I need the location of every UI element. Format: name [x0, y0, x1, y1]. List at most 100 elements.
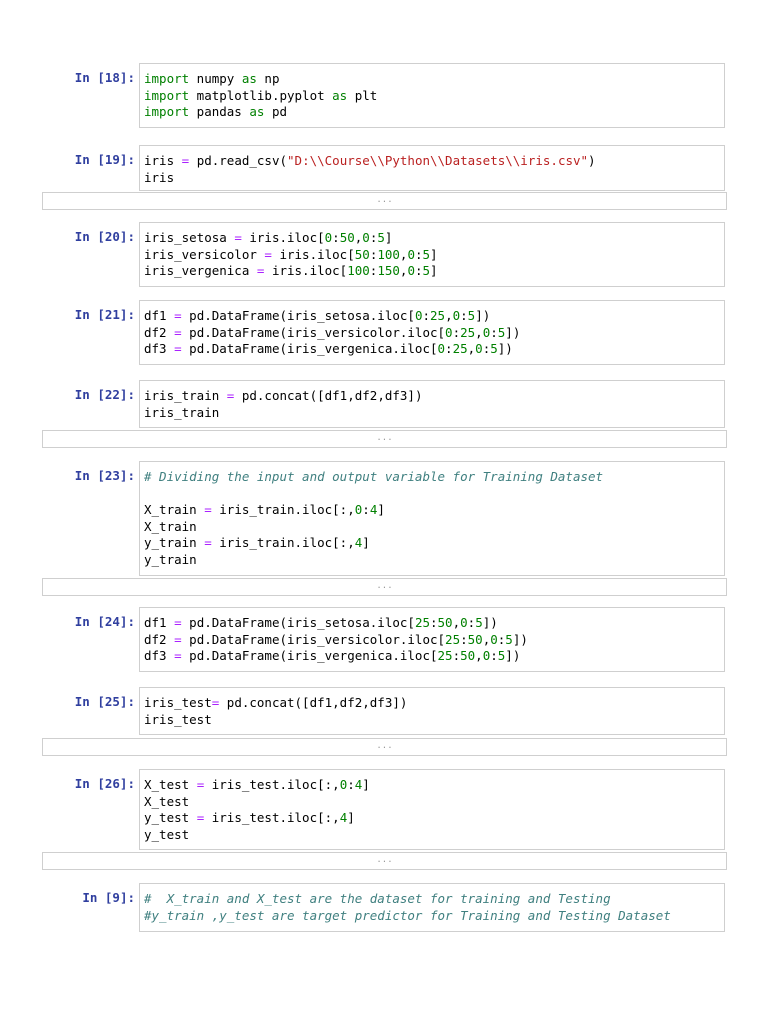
code-token: : [414, 263, 423, 278]
code-token: 100 [377, 246, 400, 262]
code-line: iris [144, 170, 720, 187]
code-token: 0 [407, 263, 415, 278]
code-token: 25 [437, 648, 453, 663]
cell-prompt: In [21]: [74, 307, 135, 322]
code-line: #y_train ,y_test are target predictor fo… [144, 908, 720, 925]
code-token: 25 [460, 324, 476, 340]
collapsed-output[interactable]: ... [42, 578, 727, 596]
code-token: ] [430, 246, 438, 262]
code-token: X_train [144, 518, 197, 534]
code-token: 25 [452, 341, 468, 356]
code-token: ]) [497, 341, 513, 356]
code-token: iris_test [144, 711, 212, 727]
code-token: = [204, 535, 212, 550]
code-token: : [422, 308, 430, 323]
code-token: iris [144, 153, 182, 168]
code-token: 5 [475, 615, 483, 630]
code-token: df2 [144, 631, 175, 647]
code-cell[interactable]: iris = pd.read_csv("D:\\Course\\Python\\… [139, 145, 725, 191]
code-token: : [460, 631, 468, 647]
code-token: iris_setosa [144, 230, 235, 245]
code-token: pd.DataFrame(iris_versicolor.iloc[ [181, 324, 446, 340]
code-line: iris_test= pd.concat([df1,df2,df3]) [144, 695, 720, 712]
code-token: # Dividing the input and output variable… [144, 469, 604, 484]
collapsed-output[interactable]: ... [42, 852, 727, 870]
code-line: import pandas as pd [144, 104, 720, 121]
code-token: = [234, 230, 242, 245]
code-token: : [430, 615, 438, 630]
code-token: df3 [144, 341, 175, 356]
code-line: iris_versicolor = iris.iloc[50:100,0:5] [144, 247, 720, 264]
code-line: # Dividing the input and output variable… [144, 469, 720, 486]
code-cell[interactable]: iris_test= pd.concat([df1,df2,df3]) iris_… [139, 687, 725, 735]
code-token: iris_train.iloc[:, [211, 502, 355, 517]
code-token: y_test [144, 810, 197, 825]
code-token: X_train [144, 502, 205, 517]
collapsed-output[interactable]: ... [42, 738, 727, 756]
code-line: df1 = pd.DataFrame(iris_setosa.iloc[0:25… [144, 308, 720, 325]
code-token: pd.DataFrame(iris_setosa.iloc[ [181, 308, 415, 323]
code-token: y_train [144, 551, 197, 567]
code-token: = [204, 502, 212, 517]
code-token: #y_train ,y_test are target predictor fo… [144, 907, 671, 923]
code-token: pandas [189, 104, 250, 119]
code-cell[interactable]: # X_train and X_test are the dataset for… [139, 883, 725, 932]
collapsed-output[interactable]: ... [42, 430, 727, 448]
cell-prompt: In [23]: [74, 468, 135, 483]
code-token: ]) [512, 631, 528, 647]
cell-prompt: In [9]: [82, 890, 135, 905]
code-token: 0 [362, 230, 370, 245]
code-token: , [475, 648, 483, 663]
code-token: ] [362, 777, 370, 792]
code-token: pd.DataFrame(iris_vergenica.iloc[ [181, 341, 438, 356]
code-token: 50 [339, 230, 355, 245]
code-token: iris_test.iloc[:, [204, 810, 340, 825]
code-token: 0 [460, 615, 468, 630]
code-cell[interactable]: iris_setosa = iris.iloc[0:50,0:5] iris_ve… [139, 222, 725, 287]
code-token: : [460, 308, 468, 323]
code-line: df3 = pd.DataFrame(iris_vergenica.iloc[0… [144, 341, 720, 358]
code-cell[interactable]: X_test = iris_test.iloc[:,0:4] X_test y_te… [139, 769, 725, 850]
code-line: # X_train and X_test are the dataset for… [144, 891, 720, 908]
code-line: y_test [144, 827, 720, 844]
code-token: = [174, 648, 182, 663]
code-token: iris_train.iloc[:, [211, 535, 355, 550]
code-line: X_train = iris_train.iloc[:,0:4] [144, 502, 720, 519]
code-token: iris [144, 169, 175, 185]
code-token: df1 [144, 615, 175, 630]
code-token: : [347, 777, 355, 792]
code-line: y_train [144, 552, 720, 569]
code-token: import [144, 87, 190, 103]
code-token: ]) [505, 324, 521, 340]
code-token: # X_train and X_test are the dataset for… [144, 891, 611, 906]
code-token: ]) [505, 648, 521, 663]
code-token: iris.iloc[ [241, 230, 325, 245]
code-cell[interactable]: import numpy as np import matplotlib.pypl… [139, 63, 725, 128]
code-token: df2 [144, 324, 175, 340]
code-cell[interactable]: df1 = pd.DataFrame(iris_setosa.iloc[0:25… [139, 300, 725, 365]
code-token: as [241, 71, 257, 86]
code-token: iris_train [144, 388, 227, 403]
code-token: iris_vergenica [144, 263, 257, 278]
code-token: ]) [482, 615, 498, 630]
code-token: 0 [437, 341, 446, 356]
code-token: = [174, 615, 182, 630]
code-token: y_test [144, 826, 190, 842]
code-cell[interactable]: iris_train = pd.concat([df1,df2,df3]) iri… [139, 380, 725, 428]
code-cell[interactable]: # Dividing the input and output variable… [139, 461, 725, 576]
code-token: 5 [377, 230, 385, 245]
code-token: : [490, 648, 498, 663]
collapsed-output[interactable]: ... [42, 192, 727, 210]
code-line: iris_vergenica = iris.iloc[100:150,0:5] [144, 263, 720, 280]
cell-prompt: In [19]: [74, 152, 135, 167]
code-token: 5 [422, 246, 431, 262]
code-token: pd.DataFrame(iris_versicolor.iloc[ [181, 631, 446, 647]
code-token: import [144, 71, 190, 86]
code-token: as [332, 87, 348, 103]
code-line: df2 = pd.DataFrame(iris_versicolor.iloc[… [144, 325, 720, 342]
code-token: 0 [445, 324, 453, 340]
code-token: 0 [407, 246, 415, 262]
code-cell[interactable]: df1 = pd.DataFrame(iris_setosa.iloc[25:5… [139, 607, 725, 672]
code-token: = [174, 308, 182, 323]
cell-prompt: In [26]: [74, 776, 135, 791]
